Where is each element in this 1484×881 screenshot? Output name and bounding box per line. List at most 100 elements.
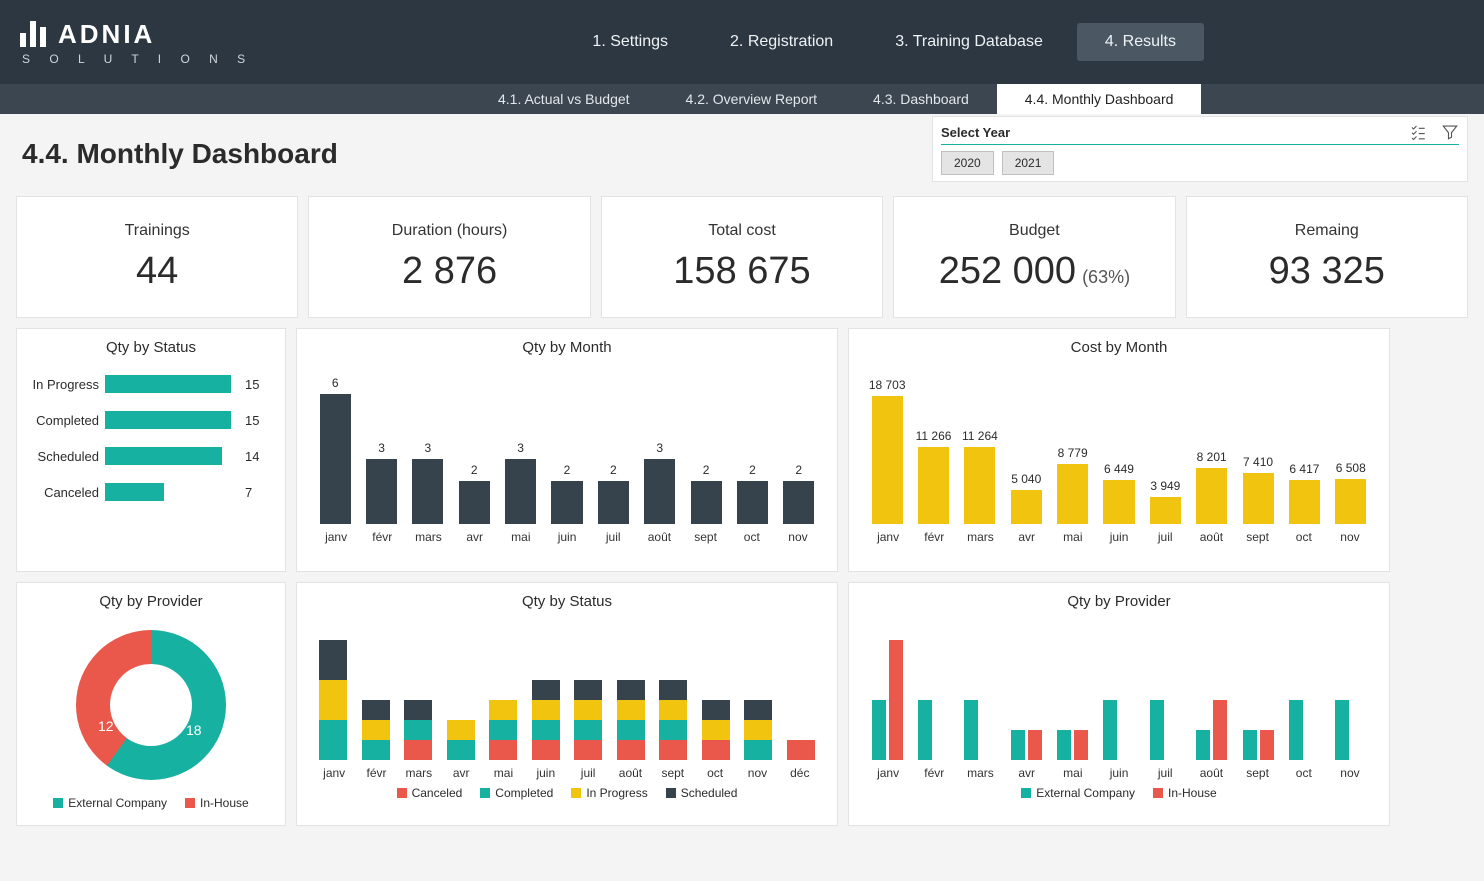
- group-bar: [1213, 700, 1227, 760]
- subnav-4-4-monthly-dashboard[interactable]: 4.4. Monthly Dashboard: [997, 84, 1202, 114]
- column-value: 8 201: [1197, 450, 1227, 464]
- axis-tick: avr: [1004, 766, 1050, 780]
- group-bar: [1057, 730, 1071, 760]
- axis-tick: sept: [1235, 530, 1281, 544]
- nav-1-settings[interactable]: 1. Settings: [564, 23, 696, 61]
- group-bar: [1243, 730, 1257, 760]
- column-bar: [1150, 497, 1181, 524]
- column-bar: [1335, 479, 1366, 524]
- grouped-column: [1236, 730, 1280, 760]
- stacked-column: [568, 680, 609, 760]
- column-bar: [366, 459, 397, 524]
- hbar-fill: [105, 375, 231, 393]
- subnav-4-2-overview-report[interactable]: 4.2. Overview Report: [658, 84, 846, 114]
- kpi-budget: Budget252 000(63%): [893, 196, 1175, 318]
- year-option-2020[interactable]: 2020: [941, 151, 994, 175]
- stack-segment: [787, 740, 815, 760]
- axis-tick: juin: [1096, 530, 1142, 544]
- stack-segment: [489, 740, 517, 760]
- stacked-column: [781, 740, 822, 760]
- group-bar: [1103, 700, 1117, 760]
- legend-label: Scheduled: [681, 786, 738, 800]
- column: 5 040: [1004, 472, 1048, 524]
- legend-swatch: [666, 788, 676, 798]
- axis-tick: juin: [1096, 766, 1142, 780]
- hbar-label: Canceled: [27, 485, 105, 500]
- stack-segment: [744, 740, 772, 760]
- axis-tick: oct: [1281, 530, 1327, 544]
- subnav-4-1-actual-vs-budget[interactable]: 4.1. Actual vs Budget: [470, 84, 658, 114]
- axis-tick: janv: [865, 766, 911, 780]
- axis-tick: nov: [736, 766, 778, 780]
- column: 2: [452, 463, 496, 524]
- axis-tick: mai: [1050, 766, 1096, 780]
- kpi-value: 2 876: [402, 250, 497, 293]
- stack-segment: [404, 720, 432, 740]
- axis-tick: août: [609, 766, 651, 780]
- stack-segment: [617, 720, 645, 740]
- stack-segment: [574, 700, 602, 720]
- hbar-row: Scheduled 14: [27, 438, 275, 474]
- hbar-value: 7: [245, 485, 275, 500]
- axis-tick: juin: [525, 766, 567, 780]
- column-bar: [1011, 490, 1042, 524]
- axis-tick: oct: [729, 530, 775, 544]
- subnav-4-3-dashboard[interactable]: 4.3. Dashboard: [845, 84, 997, 114]
- kpi-label: Trainings: [125, 222, 190, 240]
- grouped-column: [1143, 700, 1187, 760]
- chart-qty-by-status-hbar: Qty by Status In Progress 15Completed 15…: [16, 328, 286, 572]
- legend-label: In-House: [1168, 786, 1217, 800]
- kpi-trainings: Trainings44: [16, 196, 298, 318]
- column: 6 449: [1097, 462, 1141, 524]
- grouped-column: [911, 700, 955, 760]
- stack-segment: [744, 720, 772, 740]
- multi-select-icon[interactable]: [1409, 123, 1427, 141]
- hbar-label: Completed: [27, 413, 105, 428]
- kpi-subvalue: (63%): [1082, 267, 1130, 288]
- legend-item[interactable]: In-House: [1153, 786, 1217, 800]
- stack-segment: [447, 740, 475, 760]
- legend-item[interactable]: External Company: [53, 796, 167, 810]
- year-option-2021[interactable]: 2021: [1002, 151, 1055, 175]
- legend-item[interactable]: In-House: [185, 796, 249, 810]
- brand-subtitle: S O L U T I O N S: [22, 52, 253, 66]
- brand-logo: ADNIA S O L U T I O N S: [20, 19, 253, 66]
- grouped-column: [1190, 700, 1234, 760]
- legend-item[interactable]: Completed: [480, 786, 553, 800]
- nav-3-training-database[interactable]: 3. Training Database: [867, 23, 1071, 61]
- legend-item[interactable]: Scheduled: [666, 786, 738, 800]
- column-bar: [320, 394, 351, 524]
- axis-tick: août: [1188, 530, 1234, 544]
- year-slicer: Select Year 20202021: [932, 116, 1468, 182]
- column: 2: [591, 463, 635, 524]
- column: 2: [684, 463, 728, 524]
- group-bar: [1150, 700, 1164, 760]
- group-bar: [1074, 730, 1088, 760]
- column-bar: [783, 481, 814, 524]
- legend-item[interactable]: Canceled: [397, 786, 463, 800]
- stack-segment: [659, 680, 687, 700]
- legend-item[interactable]: In Progress: [571, 786, 647, 800]
- axis-tick: juil: [567, 766, 609, 780]
- column-value: 2: [471, 463, 478, 477]
- stacked-column: [398, 700, 439, 760]
- column-value: 2: [795, 463, 802, 477]
- chart-qty-by-provider-grouped: Qty by Provider janvfévrmarsavrmaijuinju…: [848, 582, 1390, 826]
- hbar-value: 15: [245, 377, 275, 392]
- clear-filter-icon[interactable]: [1441, 123, 1459, 141]
- legend-item[interactable]: External Company: [1021, 786, 1135, 800]
- column: 6: [313, 376, 357, 524]
- legend-swatch: [397, 788, 407, 798]
- nav-2-registration[interactable]: 2. Registration: [702, 23, 861, 61]
- grouped-column: [1050, 730, 1094, 760]
- column-bar: [551, 481, 582, 524]
- column-value: 3 949: [1150, 479, 1180, 493]
- stacked-column: [738, 700, 779, 760]
- column-value: 3: [425, 441, 432, 455]
- column: 3: [406, 441, 450, 524]
- axis-tick: janv: [865, 530, 911, 544]
- group-bar: [1011, 730, 1025, 760]
- axis-tick: févr: [359, 530, 405, 544]
- column-value: 2: [703, 463, 710, 477]
- nav-4-results[interactable]: 4. Results: [1077, 23, 1204, 61]
